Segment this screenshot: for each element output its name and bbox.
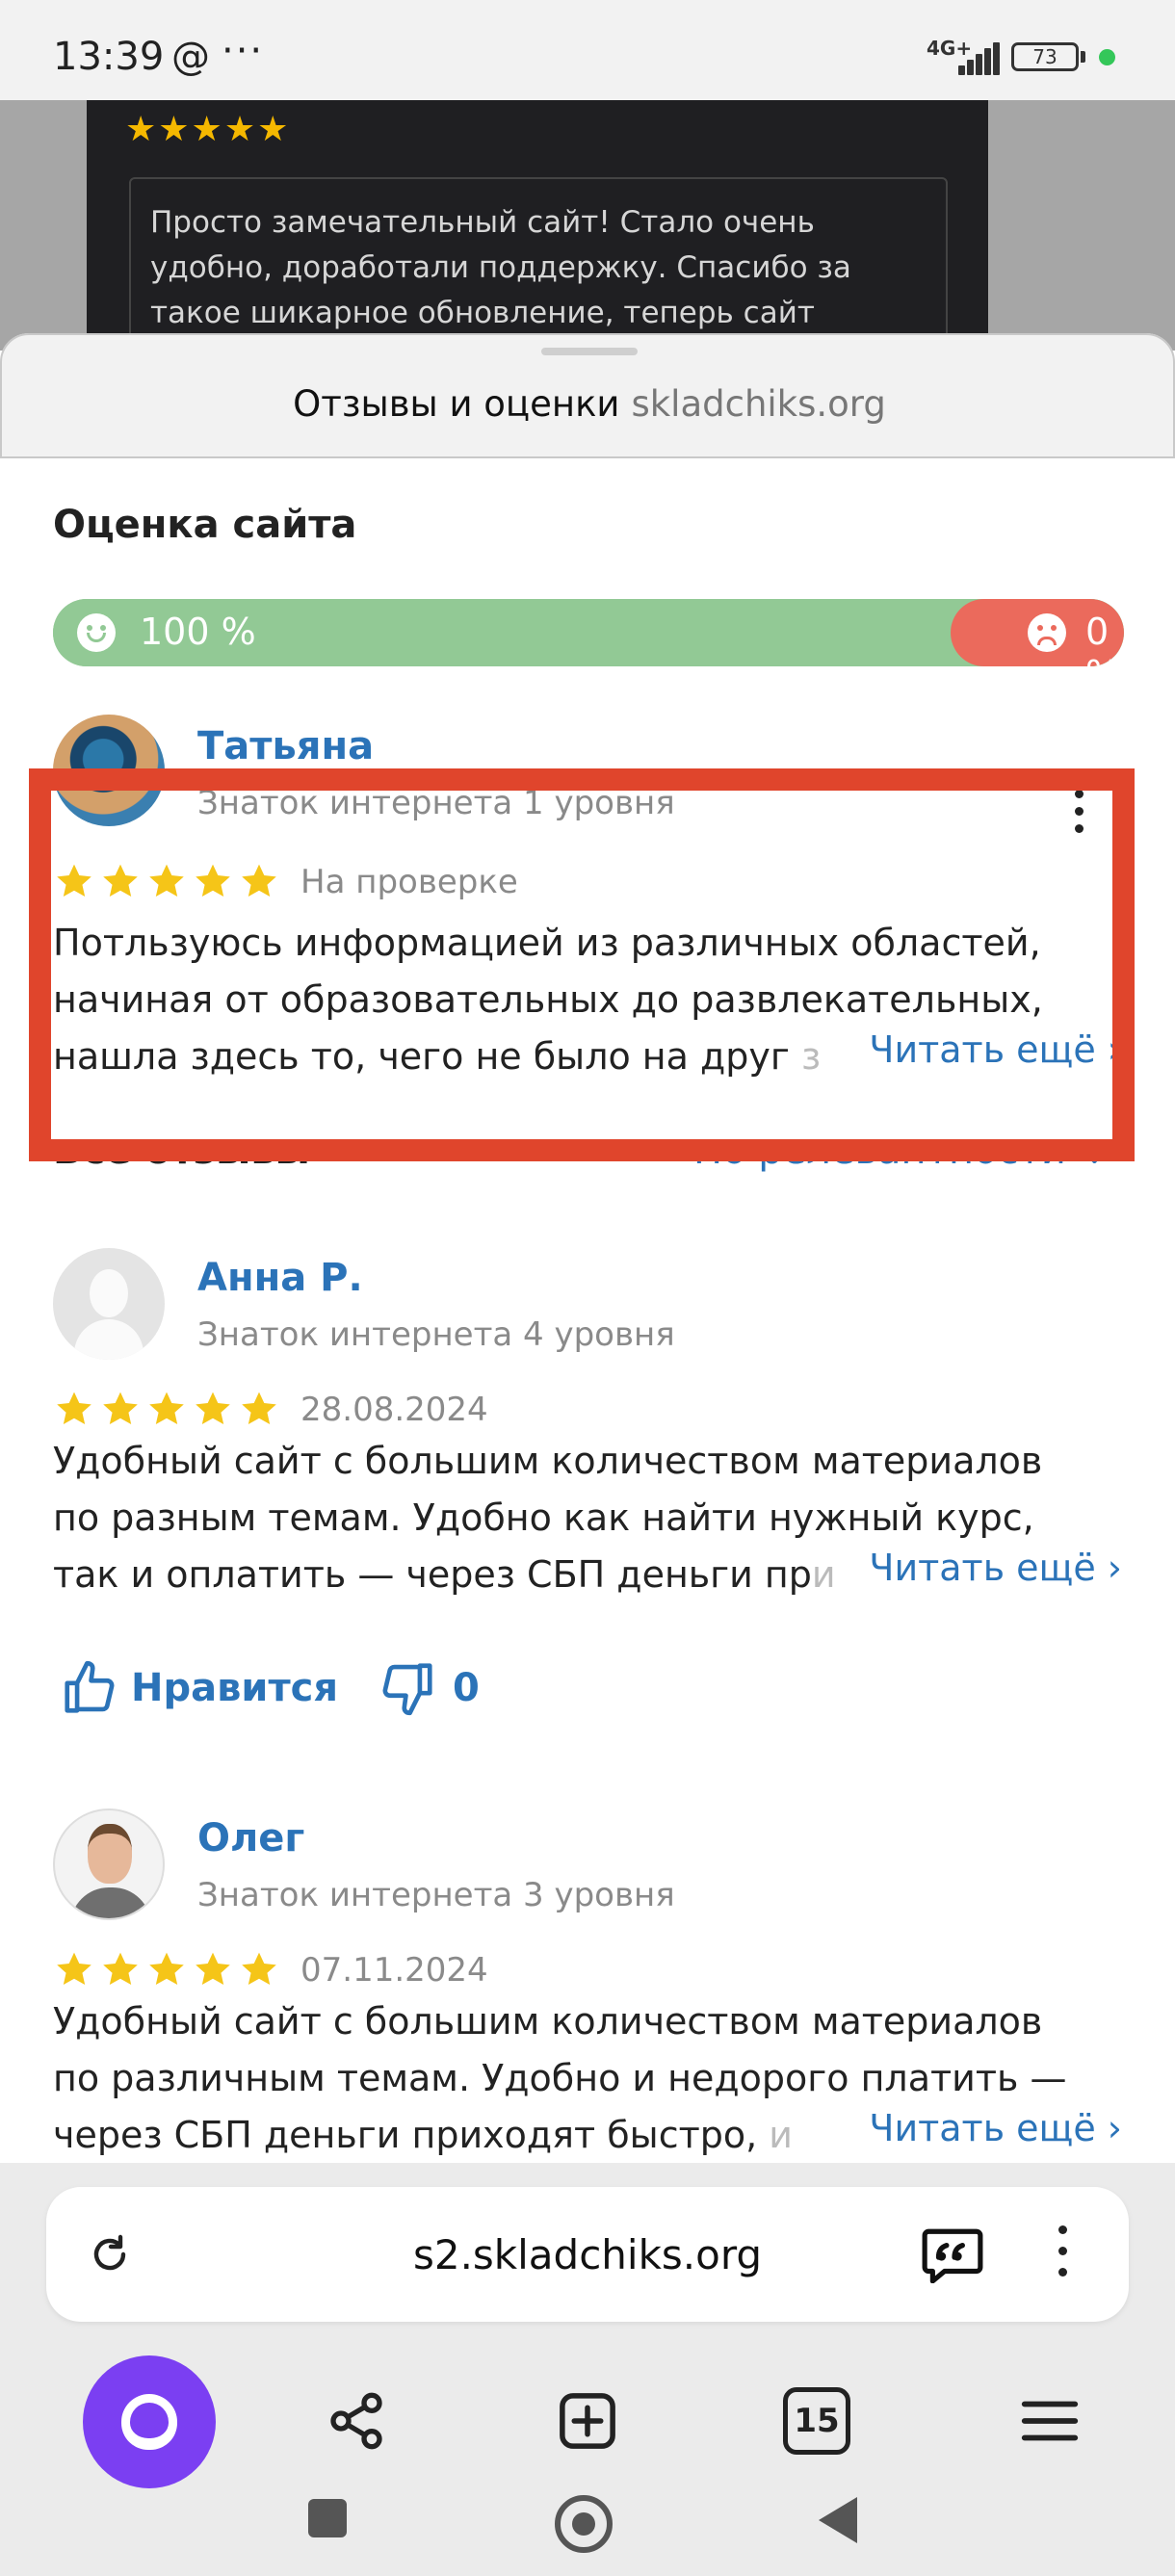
star-icon	[149, 1952, 184, 1986]
sheet-header[interactable]: Отзывы и оценки skladchiks.org	[0, 333, 1175, 458]
avatar[interactable]	[53, 1808, 165, 1920]
star-icon	[242, 1952, 276, 1986]
review-author[interactable]: Анна Р.	[197, 1256, 363, 1300]
review-stars	[53, 1389, 280, 1431]
review-author-level: Знаток интернета 3 уровня	[197, 1876, 675, 1914]
sheet-title: Отзывы и оценки skladchiks.org	[2, 383, 1175, 425]
star-icon	[196, 1952, 230, 1986]
review-author-level: Знаток интернета 4 уровня	[197, 1315, 675, 1354]
review-text-faded: и	[811, 1553, 836, 1596]
review-author[interactable]: Татьяна	[197, 724, 374, 768]
address-bar[interactable]: s2.skladchiks.org	[46, 2187, 1129, 2322]
signal-icon	[958, 40, 1000, 75]
like-button[interactable]: Нравится	[60, 1658, 338, 1718]
rating-negative-percent: 0 %	[1085, 611, 1120, 666]
page-menu-icon[interactable]	[1053, 2225, 1072, 2283]
alice-icon	[121, 2394, 177, 2450]
background-review-card: ★★★★★ Просто замечательный сайт! Стало о…	[87, 100, 988, 370]
hamburger-icon	[1021, 2401, 1079, 2441]
review-author[interactable]: Олег	[197, 1816, 304, 1860]
rating-positive-percent: 100 %	[140, 611, 256, 653]
dislike-count: 0	[453, 1666, 480, 1710]
dislike-button[interactable]: 0	[378, 1658, 480, 1718]
at-icon: @	[171, 35, 210, 79]
star-icon	[196, 1392, 230, 1425]
review-stars	[53, 1949, 280, 1991]
read-more-link[interactable]: Читать ещё ›	[859, 2107, 1122, 2149]
new-tab-button[interactable]	[539, 2373, 636, 2469]
background-page: ★★★★★ Просто замечательный сайт! Стало о…	[0, 100, 1175, 370]
thumbs-up-icon	[65, 1660, 115, 1713]
home-button[interactable]	[555, 2495, 613, 2553]
avatar[interactable]	[53, 1248, 165, 1360]
star-icon	[103, 1952, 138, 1986]
sheet-drag-handle[interactable]	[541, 348, 638, 355]
alice-assistant-button[interactable]	[83, 2355, 216, 2488]
star-icon	[57, 1952, 91, 1986]
review-text-line: по разным темам. Удобно как найти нужный…	[53, 1496, 1034, 1539]
review-date: 28.08.2024	[300, 1391, 488, 1429]
status-time: 13:39	[53, 35, 165, 79]
sheet-title-text: Отзывы и оценки	[293, 383, 620, 425]
review-text-visible: так и оплатить — через СБП деньги пр	[53, 1553, 812, 1596]
rating-bar: 100 % 0 %	[53, 599, 1124, 666]
like-label: Нравится	[131, 1666, 339, 1710]
more-notifications-icon: ···	[222, 29, 265, 73]
reviews-quote-icon[interactable]	[921, 2227, 984, 2283]
review-text-visible: через СБП деньги приходят быстро,	[53, 2114, 758, 2156]
plus-square-icon	[560, 2393, 615, 2449]
battery-tip	[1081, 51, 1085, 63]
sad-face-icon	[1028, 613, 1066, 652]
highlight-frame	[29, 768, 1135, 1161]
background-stars: ★★★★★	[125, 110, 291, 149]
sheet-title-domain: skladchiks.org	[631, 383, 886, 425]
star-icon	[57, 1392, 91, 1425]
status-bar: 13:39 @ ··· 4G+ 73	[0, 0, 1175, 100]
tabs-count: 15	[783, 2387, 850, 2455]
star-icon	[242, 1392, 276, 1425]
share-icon	[330, 2392, 382, 2450]
star-icon	[149, 1392, 184, 1425]
thumbs-down-icon	[382, 1663, 432, 1716]
review-text-faded: и	[769, 2114, 793, 2156]
recents-button[interactable]	[308, 2499, 347, 2537]
tabs-button[interactable]: 15	[769, 2373, 865, 2469]
back-button[interactable]	[819, 2497, 857, 2543]
review-text-line: Удобный сайт с большим количеством матер…	[53, 2000, 1043, 2043]
read-more-link[interactable]: Читать ещё ›	[859, 1547, 1122, 1589]
review-text-line: Удобный сайт с большим количеством матер…	[53, 1440, 1043, 1482]
camera-indicator-dot	[1099, 49, 1115, 65]
review-text-line: по различным темам. Удобно и недорого пл…	[53, 2057, 1067, 2099]
rating-section-title: Оценка сайта	[53, 503, 357, 547]
battery-icon: 73	[1011, 42, 1079, 71]
system-navigation-bar	[0, 2495, 1175, 2576]
share-button[interactable]	[308, 2373, 405, 2469]
menu-button[interactable]	[1002, 2373, 1098, 2469]
review-date: 07.11.2024	[300, 1951, 488, 1990]
smile-icon	[77, 613, 116, 652]
star-icon	[103, 1392, 138, 1425]
